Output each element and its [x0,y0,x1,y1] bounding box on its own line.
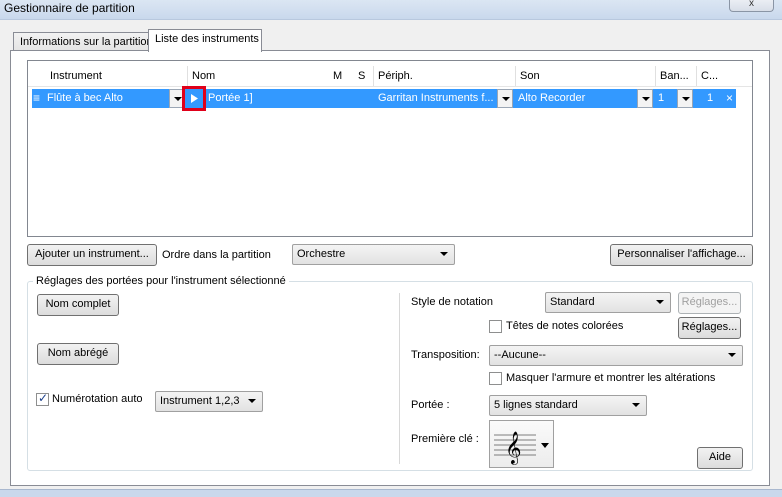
auto-numbering-checkbox[interactable] [36,391,49,406]
notation-style-select[interactable]: Standard [545,292,671,313]
group-divider [399,293,400,464]
first-clef-label: Première clé : [411,433,479,445]
window-bottom-frame [0,489,782,497]
header-divider [515,66,516,86]
hide-key-signature-label: Masquer l'armure et montrer les altérati… [506,372,716,384]
header-divider [187,66,188,86]
staff-label: Portée : [411,399,450,411]
chevron-down-icon [656,300,664,304]
colored-heads-label: Têtes de notes colorées [506,320,624,332]
close-button[interactable]: x [729,0,774,12]
auto-numbering-label: Numérotation auto [52,393,143,405]
window-title: Gestionnaire de partition [4,1,135,15]
hide-key-signature-checkbox[interactable] [489,372,502,385]
play-triangle-icon [191,94,198,103]
add-instrument-button[interactable]: Ajouter un instrument... [27,244,157,266]
staff-type-select[interactable]: 5 lignes standard [489,395,647,416]
chevron-down-icon [248,399,256,403]
customize-display-button[interactable]: Personnaliser l'affichage... [610,244,753,266]
first-clef-picker[interactable]: 𝄞 [489,420,554,468]
header-divider [696,66,697,86]
header-periph[interactable]: Périph. [378,68,413,86]
full-name-button[interactable]: Nom complet [37,294,119,316]
row-instrument[interactable]: Flûte à bec Alto [47,91,167,106]
notation-style-label: Style de notation [411,296,493,308]
row-son[interactable]: Alto Recorder [518,91,636,106]
header-m[interactable]: M [333,68,342,86]
chevron-down-icon [728,353,736,357]
short-name-button[interactable]: Nom abrégé [37,343,119,365]
tab-liste-instruments[interactable]: Liste des instruments [148,29,262,52]
row-periph[interactable]: Garritan Instruments f... [378,91,496,106]
help-button[interactable]: Aide [697,447,743,469]
header-son[interactable]: Son [520,68,540,86]
row-nom[interactable]: Portée 1] [208,91,328,106]
header-instrument[interactable]: Instrument [50,68,102,86]
header-divider [373,66,374,86]
header-divider [655,66,656,86]
banque-dropdown-button[interactable] [677,89,693,108]
transposition-label: Transposition: [411,349,480,361]
notation-settings-button: Réglages... [678,292,741,314]
transposition-value: --Aucune-- [494,349,546,361]
colored-heads-settings-button[interactable]: Réglages... [678,317,741,339]
order-select-value: Orchestre [297,248,346,260]
auto-numbering-value: Instrument 1,2,3 [160,395,240,407]
row-canal[interactable]: 1 [707,91,713,106]
header-s[interactable]: S [358,68,365,86]
treble-clef-icon: 𝄞 [494,431,549,465]
transposition-select[interactable]: --Aucune-- [489,345,743,366]
periph-dropdown-button[interactable] [497,89,513,108]
auto-numbering-select[interactable]: Instrument 1,2,3 [155,391,263,412]
son-dropdown-button[interactable] [637,89,653,108]
tab-informations[interactable]: Informations sur la partition [13,32,153,52]
header-nom[interactable]: Nom [192,68,215,86]
svg-text:𝄞: 𝄞 [505,431,522,465]
staff-settings-title: Réglages des portées pour l'instrument s… [33,275,289,287]
order-select[interactable]: Orchestre [292,244,455,265]
chevron-down-icon [632,403,640,407]
drag-handle-icon[interactable]: ≡ [33,91,40,106]
header-banque[interactable]: Ban... [660,68,689,86]
chevron-down-icon [440,252,448,256]
row-banque[interactable]: 1 [658,91,664,106]
remove-instrument-icon[interactable]: × [726,91,733,106]
staff-type-value: 5 lignes standard [494,399,578,411]
header-canal[interactable]: C... [701,68,718,86]
colored-heads-checkbox[interactable] [489,320,502,333]
order-label: Ordre dans la partition [162,249,271,261]
expand-staves-button[interactable] [182,86,206,111]
notation-style-value: Standard [550,296,595,308]
